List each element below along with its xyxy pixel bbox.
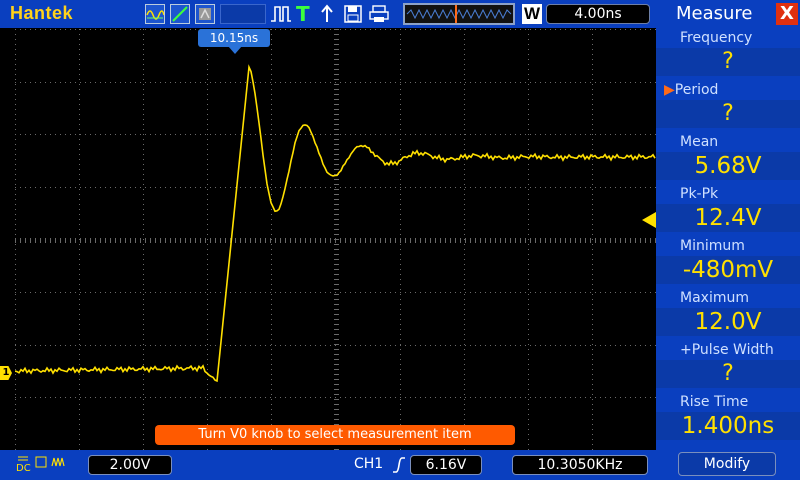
print-icon[interactable] [368,4,390,24]
measure-panel-header: Measure X [656,0,800,28]
waveform-display [15,29,656,450]
measure-label: +Pulse Width [680,342,774,358]
measure-label: Minimum [680,238,745,254]
trigger-level-marker[interactable] [642,212,656,228]
measure-item-rise-time[interactable]: Rise Time 1.400ns [656,392,800,444]
measure-label-text: Period [674,82,719,98]
close-icon[interactable]: X [776,3,798,25]
measure-value: 12.0V [656,308,800,336]
measure-label: Pk-Pk [680,186,719,202]
measure-item-frequency[interactable]: Frequency ? [656,28,800,80]
measure-label: Maximum [680,290,749,306]
top-status-bar: Hantek T W 4.00ns [0,0,656,28]
measure-item-pk-pk[interactable]: Pk-Pk 12.4V [656,184,800,236]
hint-message: Turn V0 knob to select measurement item [155,425,515,445]
modify-button[interactable]: Modify [678,452,776,476]
brand-logo: Hantek [10,3,74,23]
measure-panel-title: Measure [676,3,753,24]
trigger-level-readout[interactable]: 6.16V [410,455,482,475]
measure-value: 5.68V [656,152,800,180]
bottom-status-bar: DC 2.00V CH1 6.16V 10.3050KHz [0,450,656,480]
measure-panel: Measure X Frequency ? ▶Period ? Mean 5.6… [656,0,800,480]
measure-item-period[interactable]: ▶Period ? [656,80,800,132]
measure-value: 1.400ns [656,412,800,440]
measure-value: ? [656,100,800,128]
window-mode-badge[interactable]: W [522,4,542,24]
trigger-position-label: 10.15ns [198,29,270,47]
measure-value: -480mV [656,256,800,284]
graticule [15,29,656,450]
measure-label: ▶Period [664,82,718,98]
save-disk-icon[interactable] [343,4,363,24]
measure-item-maximum[interactable]: Maximum 12.0V [656,288,800,340]
volts-per-div-readout[interactable]: 2.00V [88,455,172,475]
memory-position-bar[interactable] [403,3,515,25]
measure-label: Frequency [680,30,753,46]
trigger-position-arrow[interactable] [228,46,242,54]
trigger-channel-label: CH1 [354,456,384,472]
measure-value: ? [656,48,800,76]
rising-edge-icon [392,456,406,474]
math-wave-icon[interactable] [145,4,165,24]
status-slot [220,4,266,24]
measure-item-minimum[interactable]: Minimum -480mV [656,236,800,288]
measure-value: ? [656,360,800,388]
channel1-ground-marker[interactable]: 1 [0,366,12,380]
persistence-icon[interactable] [195,4,215,24]
selection-arrow-icon: ▶ [664,82,675,98]
arrow-icon[interactable] [318,4,336,24]
trigger-T-icon[interactable]: T [296,4,312,24]
measure-item-mean[interactable]: Mean 5.68V [656,132,800,184]
pulse-icon[interactable] [270,4,292,24]
timebase-readout[interactable]: 4.00ns [546,4,650,24]
measure-label: Mean [680,134,719,150]
memory-window-marker [455,5,457,23]
measure-label: Rise Time [680,394,749,410]
measure-value: 12.4V [656,204,800,232]
coupling-label: DC [16,463,31,474]
slope-icon[interactable] [170,4,190,24]
measure-item-pulse-width[interactable]: +Pulse Width ? [656,340,800,392]
frequency-counter-readout: 10.3050KHz [512,455,648,475]
